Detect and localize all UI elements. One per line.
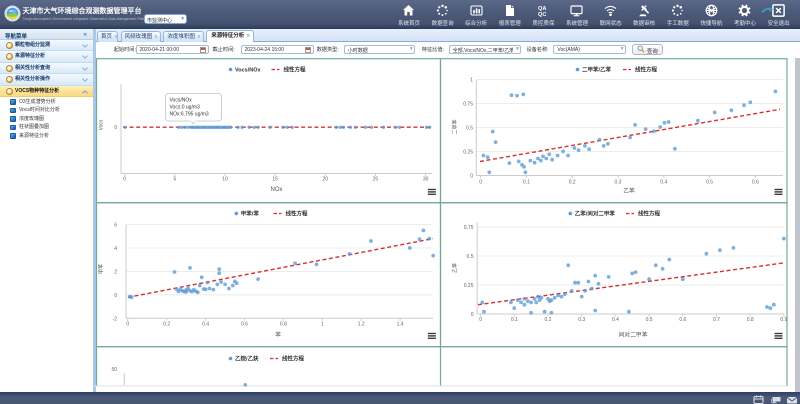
- svg-text:0.5: 0.5: [706, 180, 713, 186]
- svg-text:线性方程: 线性方程: [282, 355, 305, 363]
- svg-text:间对二甲苯: 间对二甲苯: [619, 331, 648, 339]
- svg-text:甲苯/苯: 甲苯/苯: [241, 210, 260, 218]
- svg-text:0.75: 0.75: [464, 225, 474, 231]
- svg-text:Vocs:0 ug/m3: Vocs:0 ug/m3: [170, 104, 201, 110]
- svg-text:0.3: 0.3: [615, 180, 622, 186]
- svg-text:Vocs/NOx: Vocs/NOx: [235, 68, 262, 74]
- svg-text:0: 0: [114, 125, 117, 131]
- svg-text:0: 0: [479, 317, 482, 323]
- svg-text:Vocs: Vocs: [99, 119, 105, 130]
- svg-text:4: 4: [114, 246, 117, 252]
- svg-text:0.8: 0.8: [747, 317, 754, 323]
- svg-text:25: 25: [373, 177, 379, 183]
- svg-text:二甲苯: 二甲苯: [452, 119, 459, 134]
- svg-text:0.1: 0.1: [511, 317, 518, 323]
- svg-text:0.5: 0.5: [646, 317, 653, 323]
- svg-text:QC: QC: [538, 12, 546, 17]
- svg-text:20: 20: [323, 177, 329, 183]
- svg-text:30: 30: [423, 177, 429, 183]
- svg-text:0.3: 0.3: [578, 317, 585, 323]
- svg-text:0.2: 0.2: [163, 321, 170, 327]
- svg-text:0.6: 0.6: [679, 317, 686, 323]
- svg-text:0.25: 0.25: [464, 283, 474, 289]
- svg-text:线性方程: 线性方程: [638, 210, 661, 218]
- svg-text:0.1: 0.1: [523, 180, 530, 186]
- svg-text:0.2: 0.2: [569, 180, 576, 186]
- svg-text:二甲苯/乙苯: 二甲苯/乙苯: [582, 66, 612, 74]
- svg-text:0.4: 0.4: [202, 321, 209, 327]
- svg-text:NOx:6.795 ug/m3: NOx:6.795 ug/m3: [170, 111, 209, 117]
- svg-text:0.6: 0.6: [752, 180, 759, 186]
- svg-text:线性方程: 线性方程: [284, 66, 307, 74]
- svg-text:6: 6: [114, 223, 117, 229]
- svg-text:0: 0: [479, 180, 482, 186]
- svg-text:0: 0: [126, 321, 129, 327]
- svg-text:-2: -2: [113, 316, 118, 322]
- svg-text:0.75: 0.75: [463, 102, 473, 108]
- svg-text:0.8: 0.8: [280, 321, 287, 327]
- svg-text:5: 5: [173, 177, 176, 183]
- svg-text:10: 10: [222, 177, 228, 183]
- svg-text:0.4: 0.4: [612, 317, 619, 323]
- svg-text:乙苯/间对二甲苯: 乙苯/间对二甲苯: [575, 210, 616, 218]
- svg-text:苯: 苯: [275, 331, 281, 339]
- svg-text:0.5: 0.5: [467, 254, 474, 260]
- svg-text:乙烷/乙炔: 乙烷/乙炔: [235, 355, 259, 363]
- svg-text:乙苯: 乙苯: [452, 263, 459, 273]
- svg-text:乙苯: 乙苯: [623, 187, 635, 195]
- svg-text:15: 15: [272, 177, 278, 183]
- svg-text:0.6: 0.6: [241, 321, 248, 327]
- svg-text:0: 0: [471, 312, 474, 318]
- svg-text:线性方程: 线性方程: [286, 210, 309, 218]
- svg-text:0.2: 0.2: [545, 317, 552, 323]
- svg-text:Vocs/NOx: Vocs/NOx: [170, 97, 193, 103]
- svg-text:1: 1: [321, 321, 324, 327]
- svg-text:1.4: 1.4: [397, 321, 404, 327]
- svg-text:2: 2: [114, 269, 117, 275]
- svg-text:0: 0: [123, 177, 126, 183]
- svg-text:50: 50: [111, 367, 117, 373]
- svg-text:线性方程: 线性方程: [635, 66, 658, 74]
- svg-text:0.7: 0.7: [713, 317, 720, 323]
- svg-text:0.25: 0.25: [463, 150, 473, 156]
- svg-text:0.4: 0.4: [660, 180, 667, 186]
- svg-text:0: 0: [470, 174, 473, 180]
- svg-text:甲苯: 甲苯: [98, 264, 105, 274]
- svg-text:NOx: NOx: [271, 187, 283, 193]
- svg-text:1: 1: [470, 78, 473, 84]
- svg-text:1.2: 1.2: [358, 321, 365, 327]
- svg-text:0.5: 0.5: [466, 126, 473, 132]
- svg-text:0.9: 0.9: [780, 317, 787, 323]
- svg-text:0: 0: [114, 293, 117, 299]
